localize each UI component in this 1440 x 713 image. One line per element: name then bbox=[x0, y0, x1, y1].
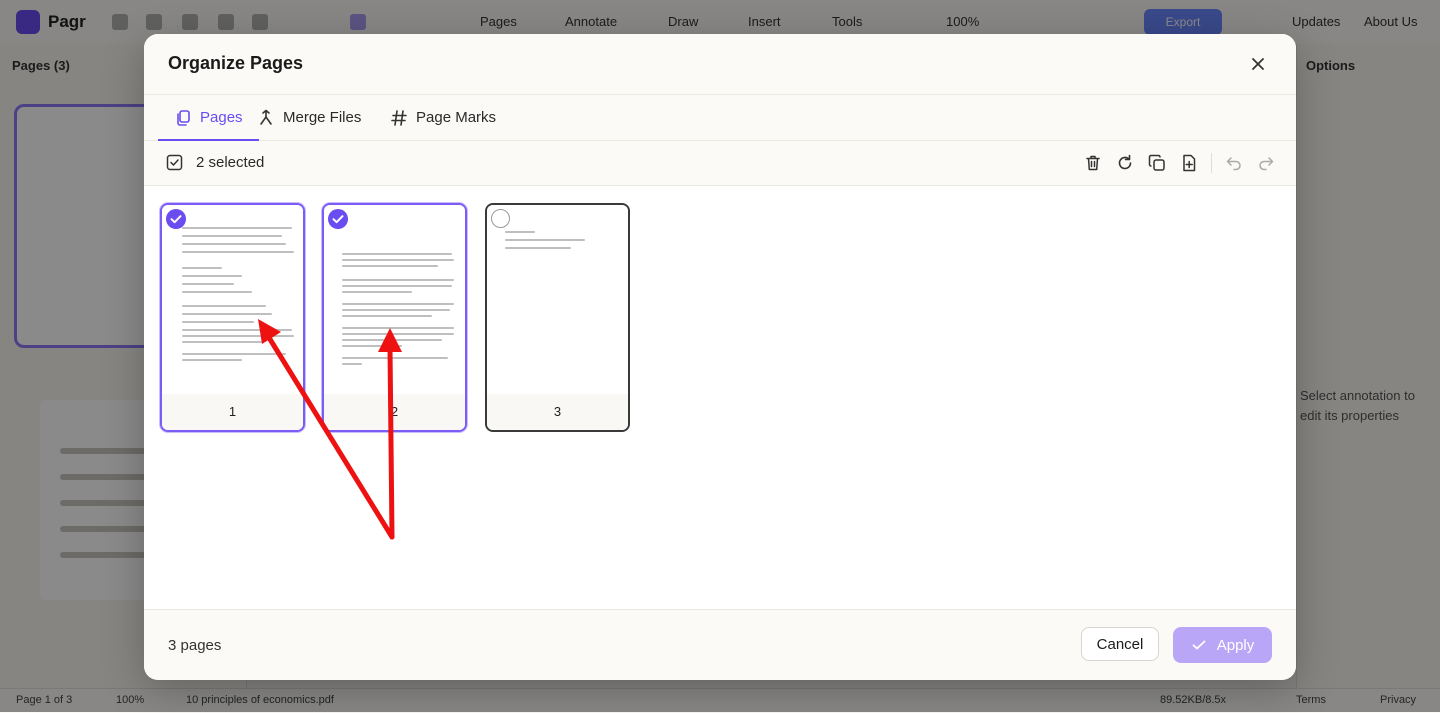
check-icon bbox=[1192, 640, 1206, 650]
insert-page-button[interactable] bbox=[1179, 153, 1199, 173]
insert-page-icon bbox=[1183, 154, 1196, 172]
checkbox-icon bbox=[166, 154, 183, 171]
close-icon bbox=[1252, 58, 1264, 70]
toolbar-divider bbox=[1211, 153, 1212, 173]
page-thumbnail bbox=[487, 205, 628, 395]
cancel-button[interactable]: Cancel bbox=[1081, 627, 1159, 661]
check-icon bbox=[170, 215, 182, 224]
tab-page-marks-label: Page Marks bbox=[416, 109, 497, 126]
select-all-toggle[interactable] bbox=[166, 154, 183, 176]
page-number-2: 2 bbox=[324, 394, 465, 430]
tab-pages[interactable]: Pages bbox=[158, 95, 259, 141]
undo-icon bbox=[1226, 157, 1241, 171]
delete-button[interactable] bbox=[1083, 153, 1103, 173]
page-count: 3 pages bbox=[168, 637, 222, 654]
delete-icon bbox=[1086, 155, 1100, 171]
page-number-3: 3 bbox=[487, 394, 628, 430]
rotate-icon bbox=[1118, 154, 1132, 170]
redo-icon bbox=[1259, 157, 1274, 171]
dialog-header: Organize Pages bbox=[144, 34, 1296, 95]
merge-icon bbox=[260, 109, 272, 125]
rotate-button[interactable] bbox=[1115, 153, 1135, 173]
pages-icon bbox=[177, 109, 190, 126]
dialog-footer: 3 pages Cancel Apply bbox=[144, 609, 1296, 680]
hash-icon bbox=[391, 109, 407, 126]
apply-label: Apply bbox=[1216, 636, 1255, 654]
page-card-3[interactable]: 3 bbox=[485, 203, 630, 432]
pages-grid: 1 2 3 bbox=[144, 186, 1296, 609]
redo-button[interactable] bbox=[1256, 153, 1276, 173]
duplicate-button[interactable] bbox=[1147, 153, 1167, 173]
page-number-1: 1 bbox=[162, 394, 303, 430]
dialog-title: Organize Pages bbox=[168, 53, 304, 73]
page-thumbnail bbox=[324, 205, 465, 395]
check-icon bbox=[332, 215, 344, 224]
page-checkbox-3[interactable] bbox=[491, 209, 510, 228]
dialog-tabs: Pages Merge Files Page Marks bbox=[144, 95, 1296, 141]
selected-count: 2 selected bbox=[196, 154, 265, 171]
duplicate-icon bbox=[1148, 154, 1165, 171]
page-card-1[interactable]: 1 bbox=[160, 203, 305, 432]
close-button[interactable] bbox=[1246, 52, 1270, 76]
page-thumbnail bbox=[162, 205, 303, 395]
page-checkbox-1[interactable] bbox=[166, 209, 186, 229]
selection-toolbar: 2 selected bbox=[144, 141, 1296, 186]
undo-button[interactable] bbox=[1224, 153, 1244, 173]
organize-pages-dialog: Organize Pages Pages Merge Files Page Ma… bbox=[144, 34, 1296, 680]
tab-page-marks[interactable]: Page Marks bbox=[390, 95, 496, 140]
page-checkbox-2[interactable] bbox=[328, 209, 348, 229]
tab-merge-files-label: Merge Files bbox=[283, 109, 362, 126]
tab-merge-files[interactable]: Merge Files bbox=[257, 95, 361, 140]
tab-pages-label: Pages bbox=[200, 109, 243, 126]
apply-button[interactable]: Apply bbox=[1173, 627, 1272, 663]
page-card-2[interactable]: 2 bbox=[322, 203, 467, 432]
